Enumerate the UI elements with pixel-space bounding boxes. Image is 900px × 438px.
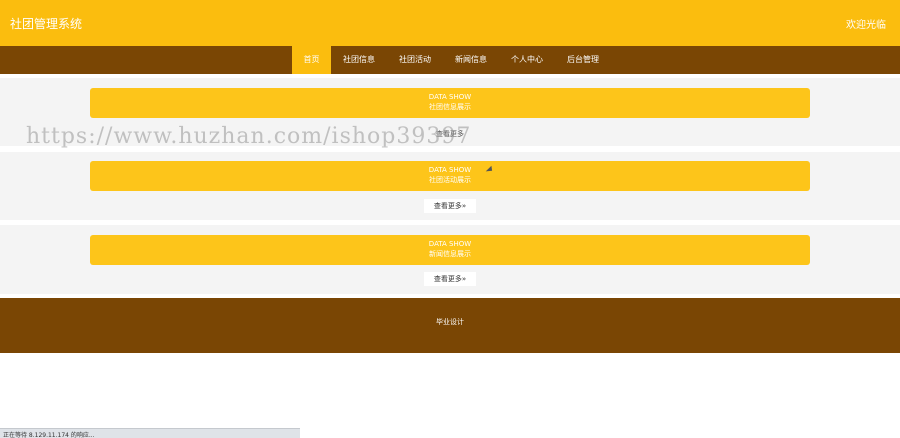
banner-cn-title: 社团活动展示	[429, 176, 471, 184]
status-text: 正在等待 8.129.11.174 的响应...	[3, 432, 95, 438]
banner-en-title: DATA SHOW	[428, 240, 472, 248]
club-activity-section: DATA SHOW 社团活动展示 查看更多»	[0, 152, 900, 220]
top-header: 社团管理系统 欢迎光临	[0, 0, 900, 46]
site-title: 社团管理系统	[10, 17, 83, 31]
main-nav: 首页 社团信息 社团活动 新闻信息 个人中心 后台管理	[0, 46, 900, 74]
nav-item-club-activity[interactable]: 社团活动	[387, 46, 443, 74]
nav-item-club-info[interactable]: 社团信息	[331, 46, 387, 74]
news-more-button[interactable]: 查看更多»	[424, 272, 476, 286]
club-activity-banner: DATA SHOW 社团活动展示	[90, 161, 810, 191]
browser-status-bar: 正在等待 8.129.11.174 的响应...	[0, 428, 300, 438]
club-info-banner: DATA SHOW 社团信息展示	[90, 88, 810, 118]
nav-item-news[interactable]: 新闻信息	[443, 46, 499, 74]
welcome-text: 欢迎光临	[846, 20, 886, 31]
footer: 毕业设计	[0, 298, 900, 353]
news-banner: DATA SHOW 新闻信息展示	[90, 235, 810, 265]
club-activity-more-button[interactable]: 查看更多»	[424, 199, 476, 213]
banner-cn-title: 社团信息展示	[429, 103, 471, 111]
nav-item-personal-center[interactable]: 个人中心	[499, 46, 555, 74]
news-section: DATA SHOW 新闻信息展示 查看更多»	[0, 225, 900, 294]
banner-en-title: DATA SHOW	[428, 166, 472, 174]
banner-en-title: DATA SHOW	[428, 93, 472, 101]
footer-text: 毕业设计	[436, 318, 464, 326]
watermark-text: https://www.huzhan.com/ishop39397	[26, 124, 472, 149]
nav-item-admin[interactable]: 后台管理	[555, 46, 611, 74]
banner-cn-title: 新闻信息展示	[429, 250, 471, 258]
nav-item-home[interactable]: 首页	[292, 46, 331, 74]
